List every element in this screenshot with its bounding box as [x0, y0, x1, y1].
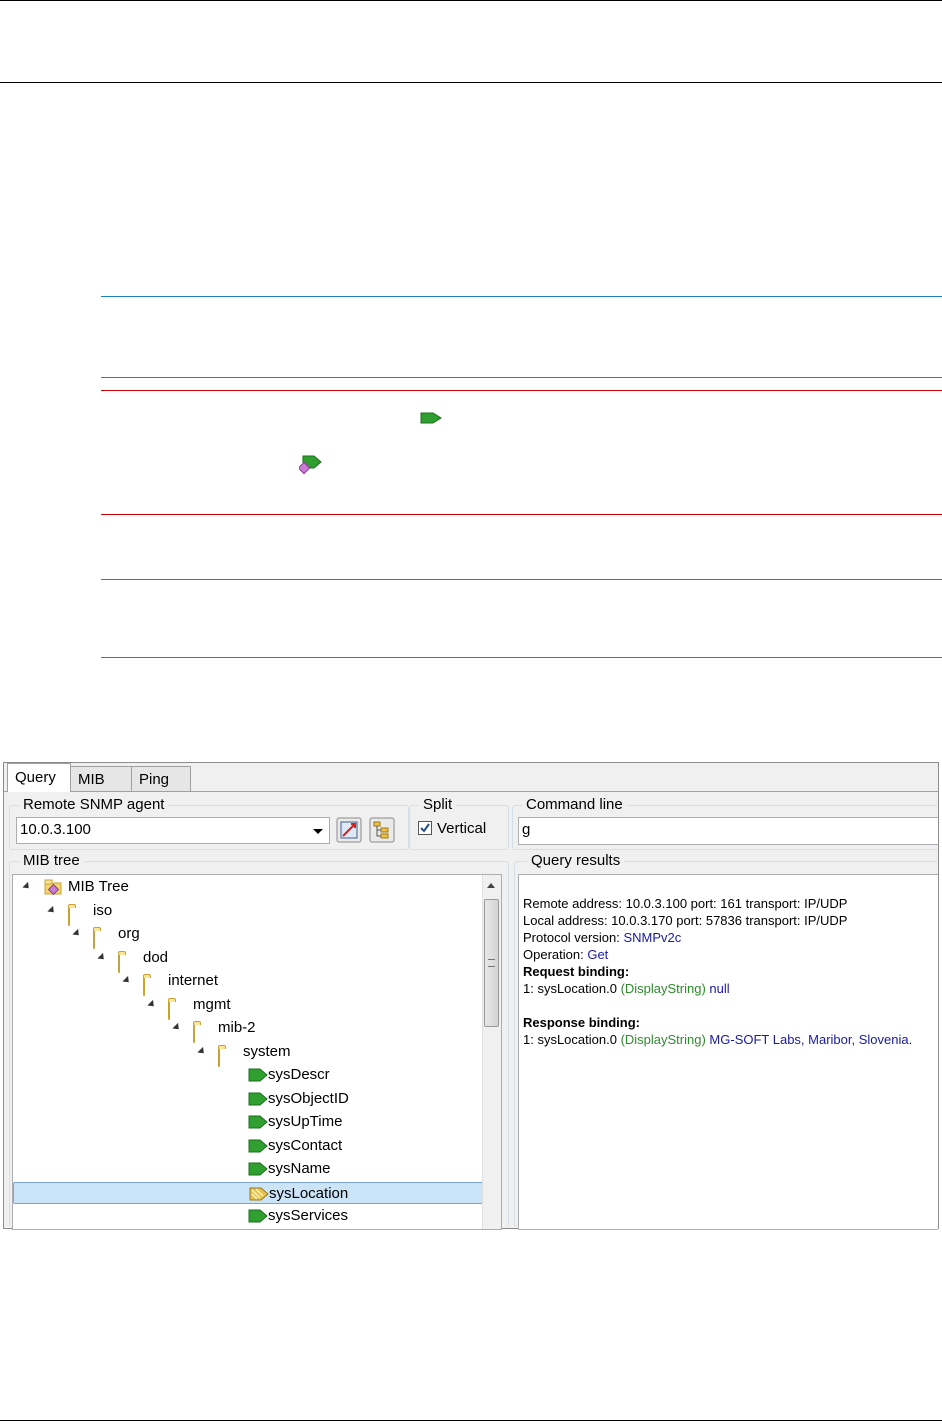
operation-line: Operation: Get — [523, 946, 938, 963]
tree-node-selected[interactable]: sysLocation — [13, 1181, 483, 1204]
command-line-value: g — [522, 821, 531, 838]
mib-tree-view[interactable]: MIB Tree iso org dod internet mgmt mib-2 system… — [12, 874, 502, 1230]
scalar-leaf-icon — [248, 1068, 268, 1082]
mib-tree-legend: MIB tree — [19, 852, 84, 870]
expand-arrow-icon[interactable] — [172, 1022, 182, 1033]
tree-node[interactable]: sysDescr — [13, 1064, 483, 1086]
tree-node-label: org — [118, 925, 140, 942]
agent-properties-icon[interactable] — [336, 817, 362, 843]
local-address-line: Local address: 10.0.3.170 port: 57836 tr… — [523, 913, 848, 928]
tree-node-label: sysContact — [268, 1136, 343, 1154]
response-binding-line: 1: sysLocation.0 (DisplayString) MG-SOFT… — [523, 1031, 938, 1048]
operation-label: Operation: — [523, 947, 588, 962]
agent-address-combobox[interactable]: 10.0.3.100 — [16, 817, 330, 844]
tree-node-label: iso — [93, 901, 113, 919]
tree-node-label: sysObjectID — [268, 1089, 349, 1107]
response-type: (DisplayString) — [620, 1032, 706, 1047]
expand-arrow-icon[interactable] — [72, 928, 82, 939]
dropdown-arrow-icon[interactable] — [313, 829, 323, 834]
expand-arrow-icon[interactable] — [97, 952, 107, 962]
tree-node-label: sysName — [268, 1160, 331, 1177]
expand-arrow-icon[interactable] — [122, 975, 132, 986]
tree-view-icon[interactable] — [369, 817, 395, 843]
tree-node-label: internet — [168, 972, 219, 989]
tree-node[interactable]: MIB Tree — [13, 876, 483, 898]
tree-node[interactable]: dod — [13, 947, 483, 973]
selected-leaf-icon — [249, 1187, 269, 1200]
scalar-leaf-icon — [248, 1209, 268, 1223]
protocol-version-line: Protocol version: SNMPv2c — [523, 929, 938, 946]
scalar-leaf-icon — [248, 1115, 268, 1129]
operation-value: Get — [587, 947, 609, 962]
command-line-input[interactable]: g — [518, 817, 938, 845]
tree-node-label: mgmt — [193, 995, 231, 1013]
response-oid: 1: sysLocation.0 — [523, 1032, 621, 1047]
scalar-leaf-icon — [248, 1139, 268, 1152]
request-value: null — [705, 981, 730, 996]
tree-node[interactable]: internet — [13, 970, 483, 996]
scalar-leaf-icon — [420, 412, 442, 424]
protocol-label: Protocol version: — [523, 930, 624, 945]
tree-node[interactable]: sysName — [13, 1158, 483, 1180]
tab-ping[interactable]: Ping — [131, 766, 191, 791]
tree-node-label: mib-2 — [218, 1019, 256, 1036]
tree-node[interactable]: system — [13, 1041, 483, 1067]
query-results-pane[interactable]: Remote address: 10.0.3.100 port: 161 tra… — [518, 874, 938, 1230]
scrollbar-grip-icon — [488, 959, 495, 967]
tree-node-label: sysUpTime — [268, 1113, 343, 1130]
header-bottom-rule — [0, 82, 942, 83]
query-results-legend: Query results — [527, 852, 625, 870]
vertical-checkbox-label[interactable]: Vertical — [437, 820, 486, 837]
scalar-leaf-icon — [248, 1162, 268, 1176]
request-binding-line: 1: sysLocation.0 (DisplayString) null — [523, 980, 938, 997]
tree-node-label: system — [243, 1042, 291, 1060]
command-line-legend: Command line — [522, 796, 627, 814]
tree-node-label: dod — [143, 948, 169, 966]
response-binding-heading: Response binding: — [523, 1015, 640, 1030]
tree-node-label: MIB Tree — [68, 878, 129, 895]
scalar-leaf-icon — [248, 1092, 268, 1105]
mib-root-icon — [44, 879, 62, 896]
mib-browser-window: Query MIB Ping Remote SNMP agent 10.0.3.… — [3, 762, 939, 1230]
expand-arrow-icon[interactable] — [197, 1046, 207, 1056]
info-note-box — [101, 296, 942, 378]
agent-address-value: 10.0.3.100 — [20, 821, 91, 838]
expand-arrow-icon[interactable] — [147, 999, 157, 1009]
tab-query[interactable]: Query — [7, 763, 71, 792]
response-value: MG-SOFT Labs, Maribor, Slovenia. — [705, 1032, 913, 1047]
footer-rule — [0, 1420, 942, 1421]
tab-mib[interactable]: MIB — [70, 766, 132, 791]
checkmark-icon — [420, 823, 430, 833]
tree-node-label: sysServices — [268, 1207, 349, 1224]
scroll-up-arrow-icon[interactable] — [487, 883, 495, 888]
tree-node[interactable]: sysContact — [13, 1135, 483, 1157]
tree-node[interactable]: org — [13, 923, 483, 949]
tree-node-label: sysLocation — [269, 1184, 349, 1202]
tree-node-label: sysDescr — [268, 1066, 330, 1083]
tree-node[interactable]: iso — [13, 900, 483, 926]
request-type: (DisplayString) — [620, 981, 706, 996]
table-leaf-icon — [299, 455, 322, 475]
protocol-value: SNMPv2c — [623, 930, 682, 945]
warning-note-box — [101, 390, 942, 515]
tree-node[interactable]: sysServices — [13, 1205, 483, 1227]
request-binding-heading: Request binding: — [523, 964, 630, 979]
vertical-checkbox[interactable] — [418, 821, 432, 835]
tree-node[interactable]: sysUpTime — [13, 1111, 483, 1133]
tree-node[interactable]: sysObjectID — [13, 1088, 483, 1110]
expand-arrow-icon[interactable] — [22, 881, 32, 892]
info-note-box-2 — [101, 579, 942, 658]
remote-agent-legend: Remote SNMP agent — [19, 796, 169, 814]
expand-arrow-icon[interactable] — [47, 905, 57, 915]
remote-address-line: Remote address: 10.0.3.100 port: 161 tra… — [523, 896, 848, 911]
tree-node[interactable]: mib-2 — [13, 1017, 483, 1043]
header-top-rule — [0, 0, 942, 1]
split-legend: Split — [419, 796, 457, 814]
request-oid: 1: sysLocation.0 — [523, 981, 621, 996]
tree-node[interactable]: mgmt — [13, 994, 483, 1020]
tree-scrollbar[interactable] — [482, 875, 501, 1229]
